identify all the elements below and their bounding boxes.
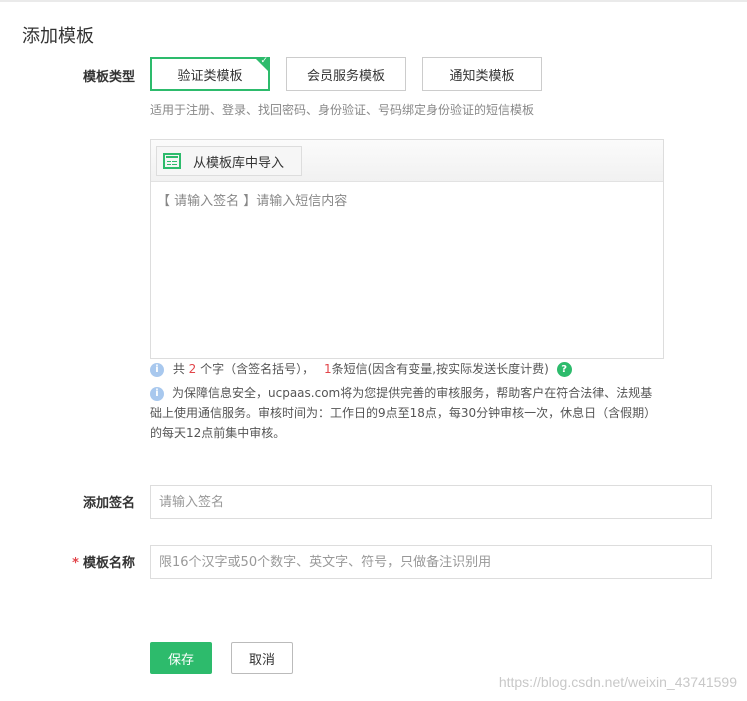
template-name-label: 模板名称 — [82, 556, 135, 571]
type-option-label: 通知类模板 — [449, 68, 515, 84]
signature-label: 添加签名 — [82, 496, 135, 511]
import-from-library-button[interactable]: 从模板库中导入 — [156, 146, 302, 176]
type-option-membership[interactable]: 会员服务模板 — [286, 57, 406, 91]
template-name-label-row: * 模板名称 — [35, 552, 135, 571]
info-icon: i — [150, 386, 164, 401]
required-mark: * — [72, 556, 79, 571]
import-button-label: 从模板库中导入 — [193, 155, 285, 171]
cancel-button[interactable]: 取消 — [231, 642, 293, 674]
type-option-label: 会员服务模板 — [306, 68, 385, 84]
editor-toolbar: 从模板库中导入 — [151, 140, 663, 182]
page-title: 添加模板 — [22, 26, 94, 47]
counter-suffix: 条短信(因含有变量,按实际发送长度计费) — [331, 362, 549, 376]
sms-content-editor[interactable]: 从模板库中导入 【 请输入签名 】请输入短信内容 — [150, 139, 664, 359]
template-type-hint: 适用于注册、登录、找回密码、身份验证、号码绑定身份验证的短信模板 — [150, 103, 535, 117]
counter-middle: 个字（含签名括号）， — [200, 362, 315, 376]
watermark: https://blog.csdn.net/weixin_43741599 — [498, 674, 737, 690]
char-counter: i 共 2 个字（含签名括号）， 1条短信(因含有变量,按实际发送长度计费) ? — [150, 359, 572, 380]
info-icon: i — [150, 362, 164, 377]
top-divider — [0, 0, 747, 2]
type-option-label: 验证类模板 — [177, 68, 243, 84]
question-icon[interactable]: ? — [556, 362, 572, 377]
check-icon: ✓ — [260, 56, 268, 66]
review-notice-text: 为保障信息安全，ucpaas.com将为您提供完善的审核服务，帮助客户在符合法律… — [150, 386, 657, 440]
signature-input[interactable] — [150, 485, 712, 519]
char-count: 2 — [188, 362, 197, 376]
sms-count: 1 — [323, 362, 332, 376]
type-option-verification[interactable]: 验证类模板 ✓ — [150, 56, 270, 91]
counter-prefix: 共 — [172, 362, 185, 376]
template-type-label: 模板类型 — [82, 70, 135, 85]
type-option-notification[interactable]: 通知类模板 — [422, 57, 542, 91]
table-icon — [163, 153, 181, 169]
save-button[interactable]: 保存 — [150, 642, 212, 674]
editor-placeholder[interactable]: 【 请输入签名 】请输入短信内容 — [151, 182, 663, 217]
template-name-input[interactable] — [150, 545, 712, 579]
review-notice: i 为保障信息安全，ucpaas.com将为您提供完善的审核服务，帮助客户在符合法… — [150, 383, 660, 443]
